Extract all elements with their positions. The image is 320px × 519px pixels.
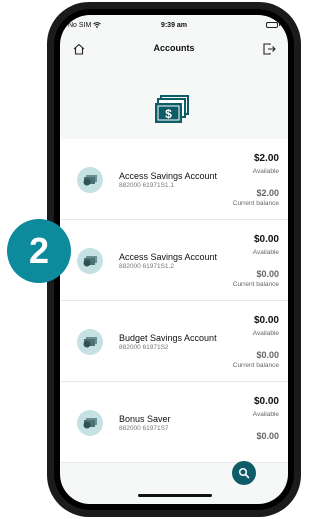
current-balance-amount: $0.00	[256, 431, 279, 441]
current-balance-amount: $0.00	[256, 350, 279, 360]
available-label: Available	[252, 168, 279, 175]
status-bar: No SIM 9:39 am	[60, 15, 288, 37]
nav-bar: Accounts	[60, 37, 288, 63]
available-amount: $0.00	[253, 315, 279, 326]
account-card[interactable]: Access Savings Account 882000 61971S1.2 …	[60, 220, 288, 301]
step-number-badge: 2	[7, 219, 71, 283]
cash-icon	[77, 410, 103, 436]
current-balance-amount: $2.00	[256, 188, 279, 198]
account-card[interactable]: Access Savings Account 882000 61971S1.1 …	[60, 139, 288, 220]
account-number: 882000 61971S7	[119, 425, 169, 432]
cash-icon	[77, 248, 103, 274]
current-balance-label: Current balance	[232, 281, 279, 288]
current-balance-amount: $0.00	[256, 269, 279, 279]
battery-icon	[266, 22, 280, 28]
account-name: Access Savings Account	[119, 252, 218, 262]
account-number: 882000 61971S1.2	[119, 263, 174, 270]
cash-icon	[77, 167, 103, 193]
account-name: Budget Savings Account	[119, 333, 217, 343]
current-balance-label: Current balance	[232, 200, 279, 207]
search-icon	[238, 467, 250, 479]
available-amount: $2.00	[253, 153, 279, 164]
logout-icon[interactable]	[262, 42, 276, 56]
money-stack-icon: $	[155, 95, 189, 123]
account-number: 882000 61971S2	[119, 344, 169, 351]
account-name: Bonus Saver	[119, 414, 171, 424]
account-card[interactable]: Bonus Saver 882000 61971S7 $0.00 Availab…	[60, 382, 288, 463]
available-amount: $0.00	[253, 396, 279, 407]
account-name: Access Savings Account	[119, 171, 218, 181]
app-screen: No SIM 9:39 am Accounts $ Access Savings…	[60, 15, 288, 504]
account-number: 882000 61971S1.1	[119, 182, 174, 189]
svg-text:$: $	[165, 107, 172, 121]
home-indicator	[138, 494, 212, 497]
available-label: Available	[252, 411, 279, 418]
account-card[interactable]: Budget Savings Account 882000 61971S2 $0…	[60, 301, 288, 382]
page-title: Accounts	[153, 43, 195, 53]
status-time: 9:39 am	[160, 22, 188, 29]
account-list: Access Savings Account 882000 61971S1.1 …	[60, 139, 288, 463]
current-balance-label: Current balance	[232, 362, 279, 369]
available-label: Available	[252, 330, 279, 337]
available-amount: $0.00	[253, 234, 279, 245]
search-button[interactable]	[232, 461, 256, 485]
phone-frame: No SIM 9:39 am Accounts $ Access Savings…	[47, 2, 301, 517]
cash-icon	[77, 329, 103, 355]
available-label: Available	[252, 249, 279, 256]
